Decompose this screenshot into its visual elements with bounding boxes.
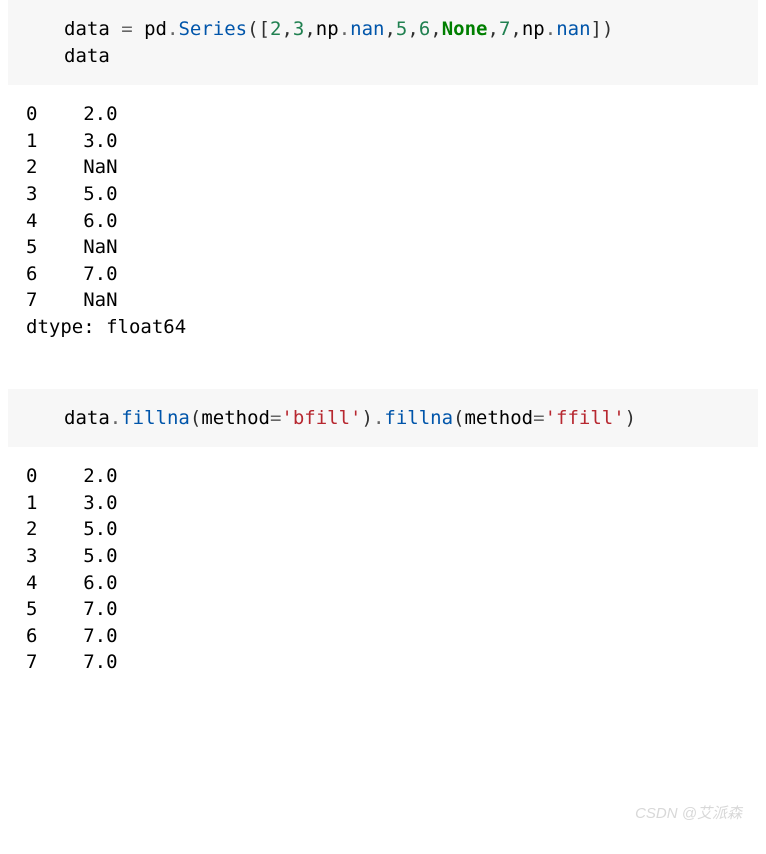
output-line: 0 2.0 bbox=[26, 463, 750, 490]
code-token: 2 bbox=[270, 18, 281, 40]
code-token: , bbox=[510, 18, 521, 40]
code-token: ( bbox=[190, 407, 201, 429]
code-token: ( bbox=[247, 18, 258, 40]
code-token: pd bbox=[144, 18, 167, 40]
output-line: 1 3.0 bbox=[26, 128, 750, 155]
output-line: 4 6.0 bbox=[26, 570, 750, 597]
code-token: 7 bbox=[499, 18, 510, 40]
code-token: nan bbox=[556, 18, 590, 40]
output-line: 2 NaN bbox=[26, 154, 750, 181]
output-line: dtype: float64 bbox=[26, 314, 750, 341]
code-token: ) bbox=[361, 407, 372, 429]
code-cell-1: data = pd.Series([2,3,np.nan,5,6,None,7,… bbox=[8, 0, 758, 85]
code-token: 5 bbox=[396, 18, 407, 40]
code-token: = bbox=[533, 407, 544, 429]
code-token: data bbox=[64, 407, 110, 429]
output-line: 5 NaN bbox=[26, 234, 750, 261]
code-token: 'bfill' bbox=[281, 407, 361, 429]
code-token: None bbox=[442, 18, 488, 40]
code-token: data bbox=[64, 18, 110, 40]
code-token: , bbox=[304, 18, 315, 40]
output-line: 3 5.0 bbox=[26, 543, 750, 570]
output-cell-2: 0 2.01 3.02 5.03 5.04 6.05 7.06 7.07 7.0 bbox=[8, 455, 758, 684]
code-token: np bbox=[522, 18, 545, 40]
code-token: , bbox=[488, 18, 499, 40]
code-token: ) bbox=[625, 407, 636, 429]
code-token: . bbox=[373, 407, 384, 429]
output-line: 2 5.0 bbox=[26, 516, 750, 543]
code-token: . bbox=[545, 18, 556, 40]
code-token: method bbox=[201, 407, 270, 429]
code-token: , bbox=[407, 18, 418, 40]
code-token: ] bbox=[591, 18, 602, 40]
code-token: , bbox=[384, 18, 395, 40]
code-token: 'ffill' bbox=[545, 407, 625, 429]
code-token: ) bbox=[602, 18, 613, 40]
output-cell-1: 0 2.01 3.02 NaN3 5.04 6.05 NaN6 7.07 NaN… bbox=[8, 93, 758, 348]
output-line: 6 7.0 bbox=[26, 261, 750, 288]
code-token: . bbox=[110, 407, 121, 429]
code-token: , bbox=[281, 18, 292, 40]
output-line: 1 3.0 bbox=[26, 490, 750, 517]
code-token: np bbox=[316, 18, 339, 40]
code-token: . bbox=[167, 18, 178, 40]
output-line: 3 5.0 bbox=[26, 181, 750, 208]
output-line: 7 7.0 bbox=[26, 649, 750, 676]
code-token: fillna bbox=[121, 407, 190, 429]
output-line: 7 NaN bbox=[26, 287, 750, 314]
code-token: ( bbox=[453, 407, 464, 429]
watermark-text: CSDN @艾派森 bbox=[635, 803, 742, 824]
code-token: = bbox=[110, 18, 144, 40]
code-cell-2: data.fillna(method='bfill').fillna(metho… bbox=[8, 389, 758, 448]
code-token: Series bbox=[178, 18, 247, 40]
output-line: 6 7.0 bbox=[26, 623, 750, 650]
output-line: 4 6.0 bbox=[26, 208, 750, 235]
code-token: data bbox=[64, 45, 110, 67]
code-token: nan bbox=[350, 18, 384, 40]
output-line: 0 2.0 bbox=[26, 101, 750, 128]
output-line: 5 7.0 bbox=[26, 596, 750, 623]
code-token: fillna bbox=[384, 407, 453, 429]
code-token: 6 bbox=[419, 18, 430, 40]
code-token: . bbox=[339, 18, 350, 40]
code-token: method bbox=[464, 407, 533, 429]
code-token: = bbox=[270, 407, 281, 429]
code-token: , bbox=[430, 18, 441, 40]
code-token: [ bbox=[259, 18, 270, 40]
code-token: 3 bbox=[293, 18, 304, 40]
